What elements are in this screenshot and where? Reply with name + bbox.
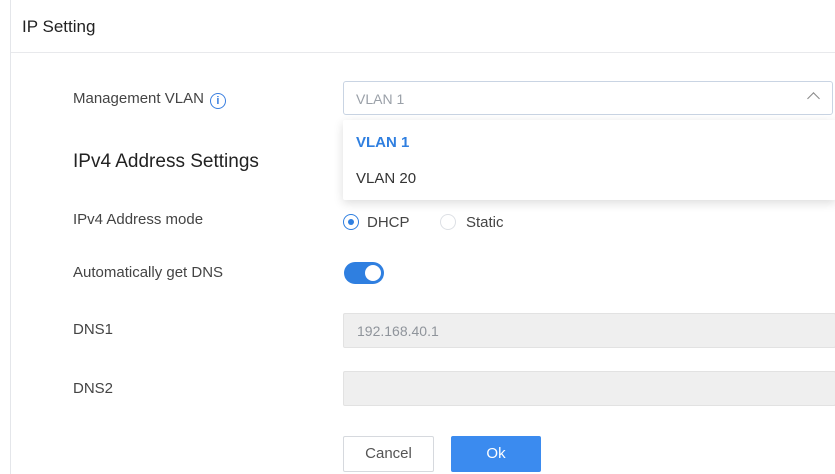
ip-setting-panel: IP Setting Management VLAN i VLAN 1 IPv4 …	[10, 0, 835, 474]
info-icon[interactable]: i	[209, 93, 226, 109]
dns1-label: DNS1	[73, 321, 114, 338]
auto-dns-label: Automatically get DNS	[73, 264, 224, 281]
panel-title: IP Setting	[22, 17, 96, 36]
static-radio-label[interactable]: Static	[466, 214, 504, 231]
vlan-dropdown-menu: VLAN 1 VLAN 20	[343, 120, 835, 200]
dropdown-option-vlan-1[interactable]: VLAN 1	[356, 134, 409, 151]
ipv4-mode-label: IPv4 Address mode	[73, 211, 204, 228]
panel-header: IP Setting	[11, 0, 835, 53]
management-vlan-label: Management VLAN	[73, 90, 204, 107]
management-vlan-select[interactable]: VLAN 1	[343, 81, 833, 115]
dns2-label: DNS2	[73, 380, 114, 397]
chevron-up-icon	[807, 92, 820, 105]
ok-button[interactable]: Ok	[451, 436, 541, 472]
dhcp-radio[interactable]	[343, 214, 359, 230]
cancel-button[interactable]: Cancel	[343, 436, 434, 472]
static-radio[interactable]	[440, 214, 456, 230]
dns1-field[interactable]: 192.168.40.1	[343, 313, 835, 348]
dhcp-radio-label[interactable]: DHCP	[367, 214, 410, 231]
ipv4-section-title: IPv4 Address Settings	[73, 151, 259, 172]
toggle-knob	[365, 265, 381, 281]
auto-dns-toggle[interactable]	[344, 262, 384, 284]
dns2-field[interactable]	[343, 371, 835, 406]
management-vlan-select-value: VLAN 1	[356, 91, 405, 107]
management-vlan-row-label: Management VLAN i	[73, 90, 226, 109]
dropdown-option-vlan-20[interactable]: VLAN 20	[356, 170, 416, 187]
dns1-value: 192.168.40.1	[357, 323, 439, 339]
